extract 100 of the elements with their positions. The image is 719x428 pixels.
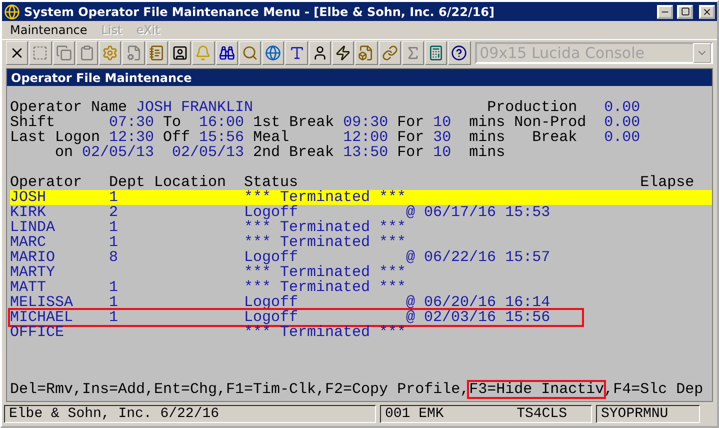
table-cell: KIRK bbox=[10, 204, 46, 221]
table-cell: @ 06/17/16 15:53 bbox=[406, 204, 550, 221]
table-row[interactable]: MARIO 8 Logoff @ 06/22/16 15:57 bbox=[10, 250, 712, 265]
field-value: 0.00 bbox=[604, 100, 640, 115]
toolbar-button[interactable] bbox=[332, 41, 354, 65]
field-label: Break bbox=[532, 130, 578, 145]
table-cell: 8 bbox=[109, 249, 118, 266]
status-pane: Elbe & Sohn, Inc. 6/22/16 bbox=[4, 405, 376, 423]
table-cell: 1 bbox=[109, 189, 118, 206]
table-row[interactable]: MELISSA 1 Logoff @ 06/20/16 16:14 bbox=[10, 295, 712, 310]
table-cell: 1 bbox=[109, 294, 118, 311]
field-label: For bbox=[397, 145, 424, 160]
toolbar-button[interactable] bbox=[448, 41, 471, 65]
field-value: JOSH FRANKLIN bbox=[136, 100, 254, 115]
table-row[interactable]: LINDA 1 *** Terminated *** bbox=[10, 220, 712, 235]
field-value: 10 bbox=[433, 115, 452, 130]
maximize-button[interactable] bbox=[677, 4, 693, 18]
maximize-icon bbox=[680, 7, 690, 16]
status-terminal: TS4CLS bbox=[516, 406, 567, 422]
table-cell: Logoff bbox=[244, 204, 298, 221]
table-row[interactable]: MARTY *** Terminated *** bbox=[10, 265, 712, 280]
font-icon bbox=[288, 45, 305, 61]
field-label: 1st Break bbox=[253, 115, 334, 130]
field-value: 15:56 bbox=[199, 130, 244, 145]
table-row[interactable]: OFFICE *** Terminated *** bbox=[10, 325, 712, 340]
function-key-hint: Del=Rmv,Ins=Add,Ent=Chg,F1=Tim-Clk,F2=Copy Profile, bbox=[10, 382, 470, 397]
toolbar-button[interactable] bbox=[285, 41, 308, 65]
toolbar-button[interactable] bbox=[6, 41, 28, 65]
field-value: 07:30 bbox=[109, 115, 154, 130]
table-cell: MELISSA bbox=[10, 294, 74, 311]
table-cell: 1 bbox=[109, 309, 118, 326]
field-label: Shift bbox=[10, 115, 56, 130]
function-key-hint: F3=Hide Inactiv bbox=[469, 382, 604, 397]
table-cell: LINDA bbox=[10, 219, 56, 236]
table-cell: JOSH bbox=[10, 189, 46, 206]
toolbar-button[interactable] bbox=[216, 41, 238, 65]
field-value: 02/05/13 bbox=[172, 145, 244, 160]
field-value: 0.00 bbox=[604, 115, 640, 130]
notepad-icon bbox=[148, 45, 165, 61]
field-label: mins bbox=[469, 130, 506, 145]
table-cell: OFFICE bbox=[10, 324, 64, 341]
table-cell: *** Terminated *** bbox=[244, 279, 406, 296]
table-row[interactable]: KIRK 2 Logoff @ 06/17/16 15:53 bbox=[10, 205, 712, 220]
table-cell: *** Terminated *** bbox=[244, 324, 406, 341]
table-cell: MATT bbox=[10, 279, 46, 296]
field-label: Last Logon bbox=[10, 130, 100, 145]
field-label: 2nd Break bbox=[253, 145, 334, 160]
field-value: 30 bbox=[433, 130, 452, 145]
table-cell: Logoff bbox=[244, 309, 298, 326]
select-icon bbox=[32, 45, 48, 61]
table-cell: 1 bbox=[109, 279, 118, 296]
globe-icon bbox=[265, 45, 282, 61]
field-value: 0.00 bbox=[604, 130, 640, 145]
table-cell: *** Terminated *** bbox=[244, 189, 406, 206]
close-button[interactable] bbox=[699, 4, 715, 18]
toolbar-button[interactable] bbox=[168, 41, 192, 65]
bell-icon bbox=[195, 45, 212, 61]
field-value: 13:50 bbox=[343, 145, 388, 160]
link-icon bbox=[382, 45, 398, 61]
table-cell: 2 bbox=[109, 204, 118, 221]
field-label: To bbox=[163, 115, 182, 130]
panel-title: Operator File Maintenance bbox=[7, 69, 712, 86]
field-value: 12:30 bbox=[109, 130, 154, 145]
minimize-button[interactable] bbox=[657, 4, 673, 18]
table-cell: *** Terminated *** bbox=[244, 264, 406, 281]
calculator-icon bbox=[428, 45, 444, 61]
person-icon bbox=[312, 45, 328, 61]
field-label: Non-Prod bbox=[514, 115, 586, 130]
user-card-icon bbox=[172, 45, 188, 61]
toolbar-button[interactable] bbox=[308, 41, 331, 65]
field-label: mins bbox=[469, 145, 506, 160]
table-cell: 1 bbox=[109, 219, 118, 236]
column-header: Operator bbox=[10, 175, 84, 190]
table-cell: 1 bbox=[109, 234, 118, 251]
table-cell: @ 06/20/16 16:14 bbox=[406, 294, 550, 311]
field-value: 16:00 bbox=[199, 115, 244, 130]
table-row[interactable]: MARC 1 *** Terminated *** bbox=[10, 235, 712, 250]
table-cell: MICHAEL bbox=[10, 309, 74, 326]
table-row[interactable]: MATT 1 *** Terminated *** bbox=[10, 280, 712, 295]
paste-icon bbox=[78, 45, 95, 61]
help-icon bbox=[451, 45, 468, 61]
toolbar-button[interactable] bbox=[425, 41, 448, 65]
status-user: 001 EMK bbox=[385, 406, 444, 422]
table-cell: MARC bbox=[10, 234, 46, 251]
menu-item[interactable]: Maintenance bbox=[10, 23, 88, 37]
column-header: Status bbox=[244, 175, 298, 190]
field-value: 02/05/13 bbox=[82, 145, 154, 160]
selected-row[interactable]: JOSH 1 *** Terminated *** bbox=[10, 190, 712, 205]
field-value: 12:00 bbox=[343, 130, 388, 145]
lightning-page-icon bbox=[358, 45, 374, 61]
properties-icon bbox=[126, 45, 142, 61]
table-cell: @ 06/22/16 15:57 bbox=[406, 249, 550, 266]
field-label: mins bbox=[469, 115, 506, 130]
table-row[interactable]: MICHAEL 1 Logoff @ 02/03/16 15:56 bbox=[10, 310, 582, 325]
close-icon bbox=[702, 6, 712, 16]
gear-icon bbox=[102, 45, 118, 61]
status-pane: SYOPRMNU bbox=[596, 405, 700, 423]
table-cell: MARTY bbox=[10, 264, 56, 281]
column-header: Elapse bbox=[640, 175, 694, 190]
table-cell: Logoff bbox=[244, 294, 298, 311]
